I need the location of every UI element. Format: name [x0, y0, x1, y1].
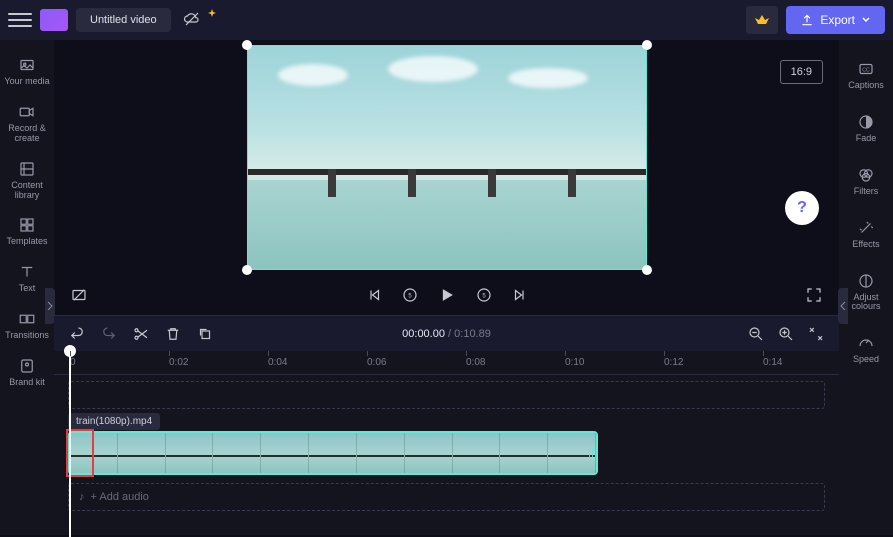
top-bar: Untitled video Export [0, 0, 893, 40]
preview-stage: 16:9 ? [54, 40, 839, 275]
sidebar-item-effects[interactable]: Effects [841, 211, 891, 258]
timeline-ruler[interactable]: 00:020:040:060:080:100:120:14 [54, 351, 839, 375]
clip-trim-right[interactable]: || [588, 435, 594, 471]
preview-frame [247, 45, 647, 270]
sidebar-item-captions[interactable]: CC Captions [841, 52, 891, 99]
zoom-out-button[interactable] [747, 325, 765, 343]
sidebar-item-templates[interactable]: Templates [2, 210, 52, 253]
sidebar-item-adjust-colours[interactable]: Adjust colours [841, 264, 891, 321]
audio-track[interactable]: ♪+ Add audio [68, 483, 825, 511]
menu-button[interactable] [8, 8, 32, 32]
forward-5-button[interactable]: 5 [475, 286, 493, 304]
resize-handle-br[interactable] [642, 265, 652, 275]
timeline-toolbar: 00:00.00 / 0:10.89 [54, 315, 839, 351]
empty-track-top[interactable] [68, 381, 825, 409]
left-sidebar: Your media Record & create Content libra… [0, 40, 54, 535]
export-button[interactable]: Export [786, 6, 885, 34]
rewind-5-button[interactable]: 5 [401, 286, 419, 304]
ruler-tick: 0:02 [169, 351, 188, 368]
chevron-down-icon [861, 15, 871, 25]
ruler-tick: 0:10 [565, 351, 584, 368]
resize-handle-tl[interactable] [242, 40, 252, 50]
playhead-line [69, 357, 71, 537]
video-clip[interactable]: || || [68, 431, 598, 475]
aspect-ratio-badge[interactable]: 16:9 [780, 60, 823, 84]
play-button[interactable] [437, 285, 457, 305]
ruler-tick: 0:08 [466, 351, 485, 368]
ruler-tick: 0:14 [763, 351, 782, 368]
sidebar-item-brand-kit[interactable]: Brand kit [2, 351, 52, 394]
fullscreen-button[interactable] [805, 286, 823, 304]
delete-button[interactable] [164, 325, 182, 343]
zoom-in-button[interactable] [777, 325, 795, 343]
undo-button[interactable] [68, 325, 86, 343]
timecode-display: 00:00.00 / 0:10.89 [402, 328, 491, 340]
ruler-tick: 0:06 [367, 351, 386, 368]
svg-text:CC: CC [862, 67, 870, 73]
app-logo[interactable] [40, 9, 68, 31]
sidebar-item-filters[interactable]: Filters [841, 158, 891, 205]
premium-button[interactable] [746, 6, 778, 34]
playback-controls: 5 5 [54, 275, 839, 315]
clip-filename-label: train(1080p).mp4 [68, 413, 160, 430]
right-sidebar: CC Captions Fade Filters Effects Adjust … [839, 40, 893, 535]
project-title[interactable]: Untitled video [76, 8, 171, 32]
resize-handle-tr[interactable] [642, 40, 652, 50]
duplicate-button[interactable] [196, 325, 214, 343]
resize-handle-bl[interactable] [242, 265, 252, 275]
ruler-tick: 0:12 [664, 351, 683, 368]
sidebar-item-record-create[interactable]: Record & create [2, 97, 52, 150]
timeline-tracks[interactable]: train(1080p).mp4 || || ♪+ Add audio [54, 375, 839, 535]
skip-back-button[interactable] [365, 286, 383, 304]
collapse-right-panel[interactable] [838, 288, 848, 324]
video-canvas[interactable] [247, 45, 647, 270]
add-audio-label: + Add audio [91, 491, 149, 503]
export-label: Export [820, 13, 855, 27]
svg-text:5: 5 [482, 293, 486, 299]
skip-forward-button[interactable] [511, 286, 529, 304]
sidebar-item-fade[interactable]: Fade [841, 105, 891, 152]
sidebar-item-content-library[interactable]: Content library [2, 154, 52, 207]
sparkle-icon [207, 9, 217, 19]
hide-preview-button[interactable] [70, 286, 88, 304]
cloud-sync-off-icon[interactable] [183, 10, 203, 30]
sidebar-item-speed[interactable]: Speed [841, 326, 891, 373]
ruler-tick: 0:04 [268, 351, 287, 368]
upload-icon [800, 13, 814, 27]
center-area: 16:9 ? [54, 40, 839, 535]
help-button[interactable]: ? [785, 191, 819, 225]
svg-text:5: 5 [408, 293, 412, 299]
split-button[interactable] [132, 325, 150, 343]
fit-timeline-button[interactable] [807, 325, 825, 343]
sidebar-item-your-media[interactable]: Your media [2, 50, 52, 93]
redo-button[interactable] [100, 325, 118, 343]
